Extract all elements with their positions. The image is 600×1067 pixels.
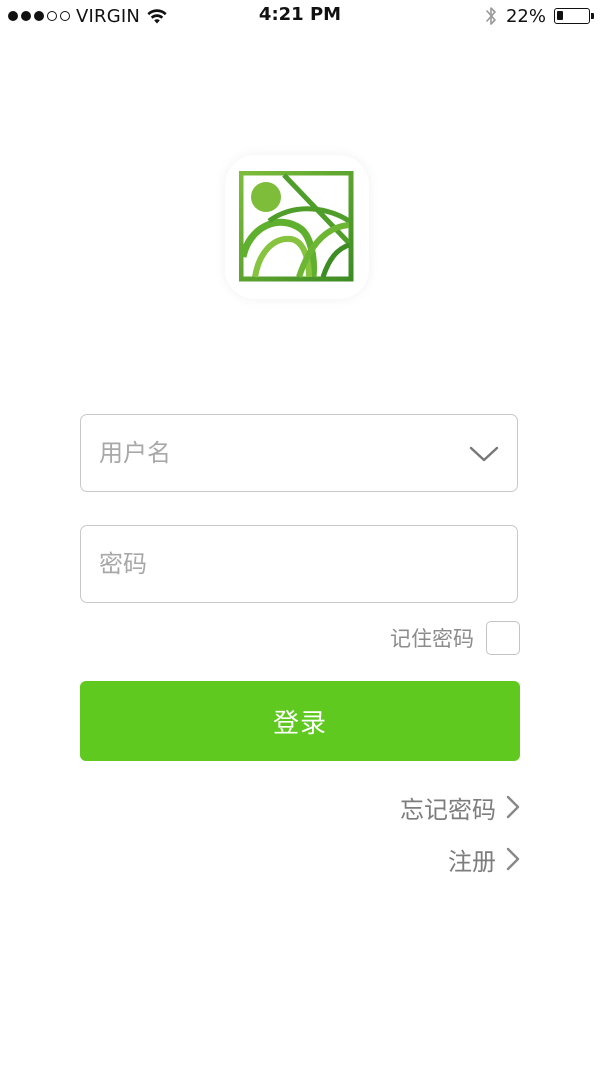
remember-password-checkbox[interactable]	[486, 621, 520, 655]
remember-password-row: 记住密码	[390, 620, 520, 656]
forgot-password-link[interactable]: 忘记密码	[400, 789, 522, 825]
login-screen: VIRGIN 4:21 PM 22% 用户名 记住密码 登录 忘记密码 注册	[0, 0, 600, 1067]
status-bar: VIRGIN 4:21 PM 22%	[0, 0, 600, 32]
register-link[interactable]: 注册	[448, 841, 522, 877]
username-input[interactable]	[99, 415, 459, 490]
chevron-right-icon	[506, 795, 520, 819]
password-input[interactable]	[99, 526, 459, 601]
register-label: 注册	[448, 847, 496, 876]
username-field	[80, 414, 518, 492]
battery-level	[557, 11, 563, 20]
battery-nub	[591, 13, 594, 19]
battery-percentage: 22%	[505, 5, 546, 27]
bluetooth-icon	[486, 7, 496, 25]
battery-icon	[554, 8, 594, 24]
forgot-password-label: 忘记密码	[400, 795, 496, 824]
app-logo	[225, 155, 369, 299]
chevron-down-icon	[469, 446, 499, 462]
remember-password-label: 记住密码	[390, 627, 474, 651]
password-field	[80, 525, 518, 603]
username-dropdown-button[interactable]	[467, 437, 501, 469]
login-button[interactable]: 登录	[80, 681, 520, 761]
chevron-right-icon	[506, 847, 520, 871]
app-logo-icon	[239, 171, 354, 282]
status-right: 22%	[484, 4, 594, 28]
